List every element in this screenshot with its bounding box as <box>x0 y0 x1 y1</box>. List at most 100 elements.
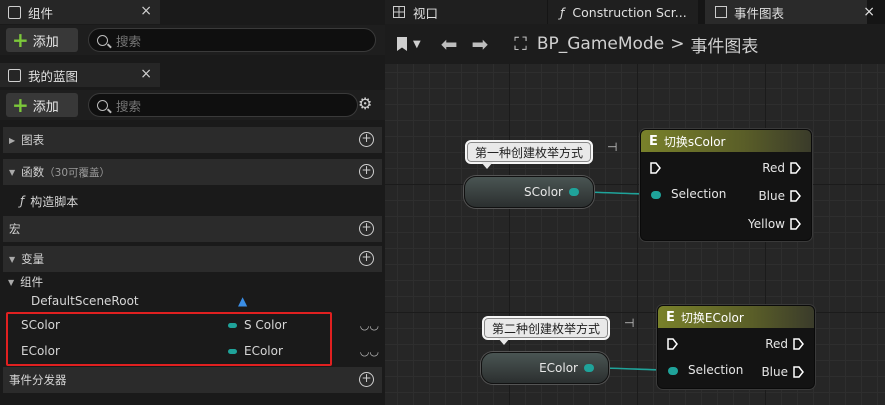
switch-node-header: E 切换EColor <box>658 306 814 328</box>
output-blue[interactable]: Blue <box>761 365 804 379</box>
tab-my-blueprint-label: 我的蓝图 <box>28 68 79 84</box>
visibility-eye-icon[interactable]: ◡◡ <box>360 319 379 332</box>
output-red[interactable]: Red <box>765 337 804 351</box>
variable-node-scolor[interactable]: SColor <box>464 176 594 208</box>
close-icon[interactable]: × <box>140 3 152 19</box>
add-component-button[interactable]: + 添加 <box>6 28 78 52</box>
variable-node-label: SColor <box>524 185 563 199</box>
exec-out-pin[interactable] <box>793 366 804 378</box>
section-event-dispatchers[interactable]: 事件分发器 + <box>3 367 382 393</box>
variable-type[interactable]: S Color <box>228 318 287 332</box>
comment-text: 第一种创建枚举方式 <box>475 145 584 160</box>
section-macros[interactable]: 宏 + <box>3 216 382 242</box>
section-graphs[interactable]: ▶ 图表 + <box>3 127 382 153</box>
section-dispatchers-label: 事件分发器 <box>9 373 67 387</box>
output-pin[interactable] <box>584 364 594 372</box>
comment-text: 第二种创建枚举方式 <box>492 321 601 336</box>
switch-node-header: E 切换sColor <box>641 130 811 152</box>
section-macros-label: 宏 <box>9 222 21 236</box>
enum-switch-icon: E <box>649 133 658 149</box>
search-placeholder: 搜索 <box>116 98 142 114</box>
components-toolbar: + 添加 搜索 <box>0 25 385 55</box>
event-graph-icon <box>715 6 727 18</box>
visibility-eye-icon[interactable]: ◡◡ <box>360 345 379 358</box>
enum-type-icon <box>228 348 237 354</box>
switch-node-scolor[interactable]: E 切换sColor Selection Red Blue Yellow <box>640 129 812 241</box>
exec-out-pin[interactable] <box>790 190 801 202</box>
add-function-icon[interactable]: + <box>359 164 374 179</box>
close-icon[interactable]: × <box>140 66 152 82</box>
exec-out-pin[interactable] <box>793 338 804 350</box>
tab-viewport[interactable]: 视口 <box>385 0 547 24</box>
back-arrow-icon[interactable]: ⬅ <box>441 32 458 56</box>
output-red[interactable]: Red <box>762 161 801 175</box>
breadcrumb-current[interactable]: 事件图表 <box>690 32 758 57</box>
selection-pin[interactable] <box>651 191 661 199</box>
variable-row-scolor[interactable]: SColor S Color ◡◡ <box>0 312 385 338</box>
construction-script-item[interactable]: ƒ 构造脚本 <box>0 188 385 214</box>
bookmark-icon[interactable] <box>397 37 407 51</box>
section-variables[interactable]: ▼ 变量 + <box>3 246 382 272</box>
variable-node-ecolor[interactable]: EColor <box>481 352 609 384</box>
output-label: Red <box>762 161 785 175</box>
add-dispatcher-icon[interactable]: + <box>359 372 374 387</box>
breadcrumb-root[interactable]: BP_GameMode <box>537 34 664 54</box>
pin-icon[interactable]: ⊣ <box>607 140 623 160</box>
output-blue[interactable]: Blue <box>758 189 801 203</box>
gear-icon[interactable]: ⚙ <box>358 94 372 113</box>
default-scene-root-item[interactable]: DefaultSceneRoot ▲ <box>0 288 385 314</box>
switch-node-title: 切换sColor <box>663 134 726 149</box>
forward-arrow-icon[interactable]: ➡ <box>471 32 488 56</box>
chevron-down-icon: ▼ <box>8 277 15 287</box>
close-icon[interactable]: × <box>863 4 875 20</box>
function-icon: ƒ <box>20 194 25 208</box>
variable-name: EColor <box>21 344 60 358</box>
variable-type-label: EColor <box>244 344 283 358</box>
left-panel: 组件 × + 添加 搜索 我的蓝图 × + 添加 搜索 ⚙ ▶ 图表 + ▼ 函… <box>0 0 385 405</box>
output-pin[interactable] <box>569 188 579 196</box>
selection-label: Selection <box>688 363 744 377</box>
add-variable-icon[interactable]: + <box>359 251 374 266</box>
output-label: Yellow <box>748 217 785 231</box>
section-functions-label: 函数 <box>21 165 45 179</box>
blueprint-toolbar: + 添加 搜索 ⚙ <box>0 90 385 120</box>
tab-components[interactable]: 组件 × <box>0 0 160 24</box>
components-search-input[interactable]: 搜索 <box>88 28 376 52</box>
exec-out-pin[interactable] <box>790 162 801 174</box>
enum-type-icon <box>228 322 237 328</box>
output-label: Blue <box>758 189 785 203</box>
tab-event-graph[interactable]: 事件图表 × <box>705 0 875 24</box>
exec-in-pin[interactable] <box>650 162 661 174</box>
variable-type[interactable]: EColor <box>228 344 283 358</box>
add-macro-icon[interactable]: + <box>359 221 374 236</box>
tab-my-blueprint[interactable]: 我的蓝图 × <box>0 63 160 87</box>
blueprint-search-input[interactable]: 搜索 <box>88 93 358 117</box>
variable-name: SColor <box>21 318 60 332</box>
exec-out-pin[interactable] <box>790 218 801 230</box>
output-yellow[interactable]: Yellow <box>748 217 801 231</box>
add-label: 添加 <box>32 99 59 115</box>
add-member-button[interactable]: + 添加 <box>6 93 78 117</box>
search-icon <box>97 99 108 111</box>
search-icon <box>97 34 108 46</box>
breadcrumb-separator: > <box>670 34 685 54</box>
chevron-down-icon[interactable]: ▼ <box>413 39 421 50</box>
comment-bubble-2[interactable]: 第二种创建枚举方式 <box>482 316 611 345</box>
section-functions[interactable]: ▼ 函数 （30可覆盖） + <box>3 159 382 185</box>
output-label: Red <box>765 337 788 351</box>
search-placeholder: 搜索 <box>116 33 142 49</box>
add-graph-icon[interactable]: + <box>359 132 374 147</box>
plus-icon: + <box>12 93 29 117</box>
comment-bubble-1[interactable]: 第一种创建枚举方式 <box>465 140 594 169</box>
tab-construction-script[interactable]: ƒ Construction Scr... <box>548 0 698 24</box>
plus-icon: + <box>12 28 29 52</box>
event-graph-canvas[interactable]: 第一种创建枚举方式 ⊣ SColor E 切换sColor Selection … <box>385 64 885 405</box>
functions-override-count: （30可覆盖） <box>44 166 111 179</box>
pin-icon[interactable]: ⊣ <box>624 316 640 336</box>
graph-navbar: ▼ ⬅ ➡ ⛶ BP_GameMode > 事件图表 <box>385 24 885 64</box>
selection-pin[interactable] <box>668 367 678 375</box>
switch-node-ecolor[interactable]: E 切换EColor Selection Red Blue <box>657 305 815 389</box>
exec-in-pin[interactable] <box>667 338 678 350</box>
variable-row-ecolor[interactable]: EColor EColor ◡◡ <box>0 338 385 364</box>
viewport-icon <box>393 6 405 18</box>
